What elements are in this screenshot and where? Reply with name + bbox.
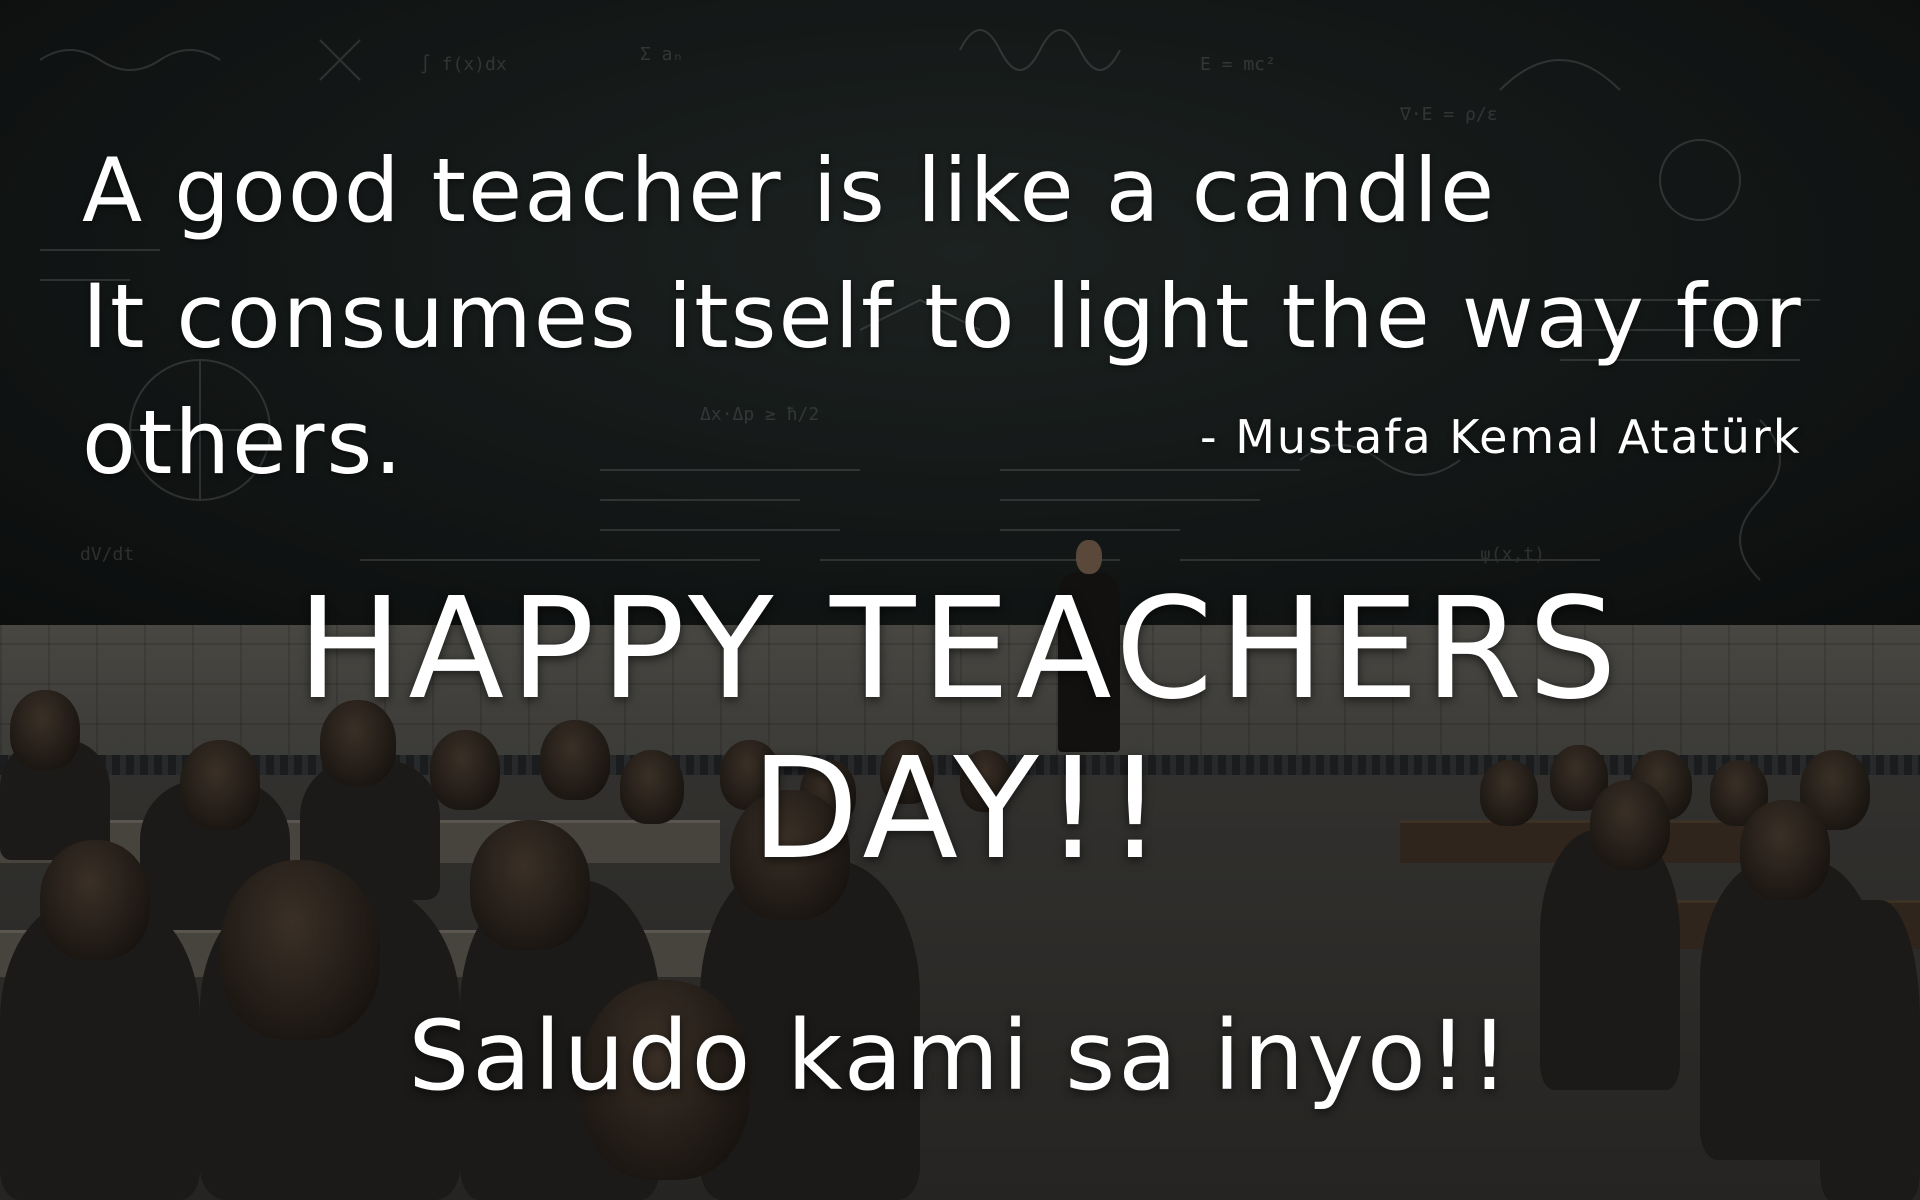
- quote-line: A good teacher is like a candle: [82, 139, 1497, 242]
- headline-line: DAY!!: [750, 728, 1169, 891]
- headline-line: HAPPY TEACHERS: [297, 568, 1623, 731]
- quote-line: It consumes itself to light the way for: [82, 265, 1803, 368]
- greeting-text: Saludo kami sa inyo!!: [408, 1000, 1512, 1112]
- headline: HAPPY TEACHERS DAY!!: [0, 570, 1920, 890]
- quote-author: - Mustafa Kemal Atatürk: [1200, 410, 1802, 464]
- teachers-day-poster: ∫ f(x)dx Σ aₙ E = mc² ∇·E = ρ/ε dV/dt ψ(…: [0, 0, 1920, 1200]
